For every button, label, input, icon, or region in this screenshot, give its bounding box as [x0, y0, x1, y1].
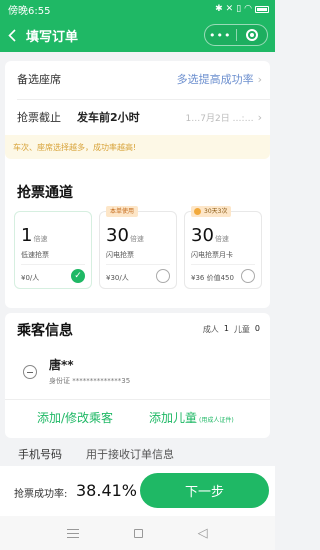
channel-option-flash[interactable]: 本单使用 30倍速 闪电抢票 ¥30/人	[99, 206, 177, 289]
chevron-right-icon: ›	[257, 110, 262, 124]
deadline-label: 抢票截止	[17, 111, 61, 124]
battery-icon	[255, 5, 269, 13]
next-step-button[interactable]: 下一步	[140, 473, 269, 508]
channel-badge: 30天3次	[191, 206, 232, 217]
header-bar: 填写订单 •••	[0, 18, 275, 52]
target-icon	[245, 29, 258, 41]
mute-icon: ✕	[225, 4, 234, 14]
chevron-left-icon[interactable]	[0, 18, 24, 52]
status-bar: 傍晚6:55 ✱ ✕ ▯ ◠	[0, 0, 275, 18]
more-button[interactable]: •••	[205, 30, 236, 41]
deadline-row[interactable]: 抢票截止 发车前2小时 1…7月2日 …:… ›	[17, 102, 262, 132]
divider	[106, 264, 170, 265]
passenger-card: 乘客信息 成人 1 儿童 0 唐** 身份证 **************35 …	[5, 313, 270, 438]
channel-option-basic[interactable]: 1倍速 低速抢票 ¥0/人 ✓	[14, 211, 92, 289]
channel-name: 闪电抢票月卡	[191, 251, 233, 259]
add-child-button[interactable]: 添加儿童 (用成人证件)	[149, 409, 234, 426]
status-time: 傍晚6:55	[8, 5, 51, 17]
chevron-right-icon: ›	[257, 72, 262, 86]
passenger-counts: 成人 1 儿童 0	[203, 324, 260, 335]
menu-icon[interactable]	[67, 528, 80, 538]
seat-row[interactable]: 备选座席 多选提高成功率 ›	[17, 64, 262, 94]
channel-name: 闪电抢票	[106, 251, 134, 259]
home-icon[interactable]	[133, 528, 143, 538]
child-count: 0	[254, 324, 260, 333]
radio-button[interactable]	[241, 269, 255, 283]
remove-passenger-icon[interactable]	[23, 365, 37, 379]
vibrate-icon: ▯	[236, 4, 242, 14]
system-nav-bar: ◁	[0, 516, 275, 550]
bluetooth-icon: ✱	[215, 4, 223, 14]
channels-card: 抢票通道 1倍速 低速抢票 ¥0/人 ✓ 本单使用 30倍速 闪电抢票 ¥30/…	[5, 170, 270, 308]
adult-count: 1	[223, 324, 229, 333]
back-triangle-icon[interactable]: ◁	[198, 526, 208, 541]
success-tip: 车次、座席选择越多，成功率越高!	[5, 135, 270, 159]
divider	[17, 99, 270, 100]
wifi-icon: ◠	[244, 4, 252, 14]
channel-option-monthly[interactable]: 30天3次 30倍速 闪电抢票月卡 ¥36 价值450	[184, 206, 262, 289]
phone-row[interactable]: 手机号码 用于接收订单信息	[18, 446, 174, 462]
close-button[interactable]	[237, 29, 268, 41]
adult-label: 成人	[202, 325, 219, 334]
deadline-value: 发车前2小时	[77, 111, 140, 124]
bottom-bar: 抢票成功率: 38.41% 下一步	[0, 466, 275, 516]
speed-number: 1倍速	[21, 225, 48, 246]
divider	[191, 264, 255, 265]
divider	[21, 264, 85, 265]
phone-label: 手机号码	[18, 448, 62, 461]
channel-price: ¥0/人	[21, 274, 40, 282]
seat-value: 多选提高成功率	[176, 73, 254, 86]
page-title: 填写订单	[26, 29, 79, 45]
phone-input[interactable]: 用于接收订单信息	[86, 446, 174, 462]
passenger-title: 乘客信息	[17, 323, 73, 339]
passenger-id: 身份证 **************35	[49, 377, 131, 385]
add-passenger-button[interactable]: 添加/修改乘客	[37, 409, 113, 426]
channel-price: ¥30/人	[106, 274, 129, 282]
divider	[5, 399, 270, 400]
channel-price: ¥36 价值450	[191, 274, 234, 282]
channel-badge: 本单使用	[106, 206, 139, 217]
channel-name: 低速抢票	[21, 251, 49, 259]
success-rate-label: 抢票成功率:	[14, 489, 68, 500]
check-icon[interactable]: ✓	[71, 269, 85, 283]
channels-title: 抢票通道	[17, 185, 73, 201]
speed-number: 30倍速	[191, 225, 229, 246]
status-icons: ✱ ✕ ▯ ◠	[215, 4, 269, 14]
radio-button[interactable]	[156, 269, 170, 283]
seat-label: 备选座席	[17, 73, 61, 86]
deadline-time: 1…7月2日 …:…	[185, 113, 254, 124]
success-rate-value: 38.41%	[76, 481, 138, 500]
speed-number: 30倍速	[106, 225, 144, 246]
passenger-name: 唐**	[49, 358, 74, 372]
mini-program-capsule: •••	[204, 24, 268, 46]
child-label: 儿童	[233, 325, 250, 334]
